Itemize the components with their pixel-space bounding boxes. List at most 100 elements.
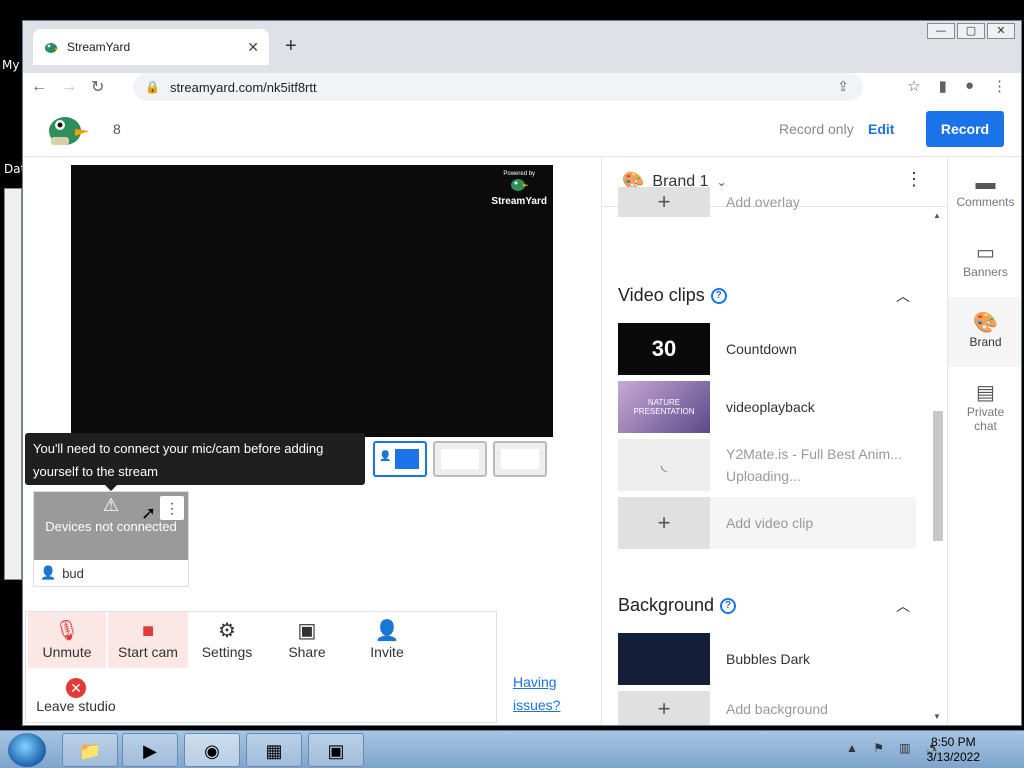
panel-scrollbar[interactable]: ▲ ▼ (933, 211, 943, 721)
add-background-label: Add background (726, 701, 828, 717)
invite-button[interactable]: 👤 Invite (348, 612, 426, 668)
clip-countdown[interactable]: 30 Countdown (618, 323, 916, 375)
rail-label: Banners (963, 265, 1008, 279)
add-background-button[interactable]: + Add background (618, 691, 916, 725)
studio-number[interactable]: 8 (113, 121, 121, 137)
close-window-button[interactable]: ✕ (987, 23, 1015, 39)
settings-label: Settings (201, 644, 253, 660)
record-only-label: Record only (779, 121, 854, 137)
comment-icon: ▬ (975, 172, 996, 194)
help-icon[interactable]: ? (720, 597, 737, 614)
scroll-up-icon[interactable]: ▲ (933, 211, 941, 220)
forward-icon[interactable]: → (61, 78, 77, 96)
scroll-down-icon[interactable]: ▼ (933, 712, 941, 721)
address-bar[interactable]: 🔒 streamyard.com/nk5itf8rtt ⇪ (133, 73, 863, 101)
chevron-up-icon[interactable]: ︿ (896, 596, 910, 616)
bubbles-dark-thumbnail (618, 633, 710, 685)
plus-icon: + (618, 187, 710, 217)
browser-menu-icon[interactable]: ⋮ (992, 77, 1007, 95)
clock[interactable]: 8:50 PM 3/13/2022 (927, 735, 980, 765)
plus-icon: + (618, 497, 710, 549)
layout-picker: 👤 (373, 441, 547, 477)
countdown-thumbnail: 30 (618, 323, 710, 375)
desktop-label-my: My (2, 58, 20, 72)
mouse-cursor-icon: ➚ (141, 503, 157, 523)
banner-icon: ▭ (976, 242, 995, 264)
guest-name-row: 👤 bud (34, 560, 188, 586)
self-guest-card[interactable]: ⚠ Devices not connected ⋮ 👤 bud (33, 491, 189, 587)
add-overlay-button[interactable]: + Add overlay (618, 187, 916, 217)
start-cam-label: Start cam (118, 644, 178, 660)
reload-icon[interactable]: ↻ (91, 77, 104, 97)
share-button[interactable]: ▣ Share (268, 612, 346, 668)
invite-label: Invite (370, 644, 404, 660)
streamyard-logo-icon[interactable] (45, 109, 89, 147)
browser-window: StreamYard ✕ + — ▢ ✕ ← → ↻ 🔒 streamyard.… (22, 20, 1022, 726)
start-button[interactable] (8, 733, 46, 767)
chrome-task-icon[interactable]: ◉ (184, 733, 240, 767)
layout-blank[interactable] (493, 441, 547, 477)
streamyard-app: 8 Record only Edit Record Powered by Str… (23, 101, 1021, 725)
scroll-thumb[interactable] (933, 411, 943, 541)
monitor-task-icon[interactable]: ▣ (308, 733, 364, 767)
clip-videoplayback[interactable]: NATURE PRESENTATION videoplayback (618, 381, 916, 433)
duck-logo-icon (511, 179, 530, 191)
app-header: 8 Record only Edit Record (23, 101, 1021, 157)
stream-preview: Powered by StreamYard (71, 165, 553, 437)
video-clips-header[interactable]: Video clips ? ︿ (618, 285, 914, 306)
edit-destinations-link[interactable]: Edit (868, 121, 894, 137)
rail-comments[interactable]: ▬ Comments (948, 157, 1021, 227)
layout-thin[interactable] (433, 441, 487, 477)
layout-solo-split[interactable]: 👤 (373, 441, 427, 477)
bookmark-star-icon[interactable]: ☆ (907, 77, 920, 95)
unmute-button[interactable]: 🎙 Unmute (28, 612, 106, 668)
rail-label: Private chat (966, 405, 1005, 433)
record-button[interactable]: Record (926, 111, 1004, 147)
background-title: Background (618, 595, 715, 615)
new-tab-button[interactable]: + (285, 35, 297, 58)
profile-avatar-icon[interactable]: ● (965, 77, 974, 95)
media-player-task-icon[interactable]: ▶ (122, 733, 178, 767)
back-icon[interactable]: ← (31, 78, 47, 96)
palette-icon: 🎨 (973, 312, 998, 334)
maximize-button[interactable]: ▢ (957, 23, 985, 39)
side-panel-icon[interactable]: ▮ (939, 77, 947, 95)
tab-streamyard[interactable]: StreamYard ✕ (33, 29, 269, 65)
guest-name: bud (62, 565, 84, 581)
rail-private-chat[interactable]: ▤ Private chat (948, 367, 1021, 437)
share-label: Share (288, 644, 326, 660)
rail-banners[interactable]: ▭ Banners (948, 227, 1021, 297)
having-issues-link[interactable]: Having issues? (513, 671, 573, 717)
chevron-up-icon[interactable]: ︿ (896, 286, 910, 306)
add-overlay-label: Add overlay (726, 194, 800, 210)
background-bubbles-dark[interactable]: Bubbles Dark (618, 633, 916, 685)
image-viewer-task-icon[interactable]: ▦ (246, 733, 302, 767)
mic-off-icon: 🎙 (54, 620, 80, 642)
explorer-task-icon[interactable]: 📁 (62, 733, 118, 767)
guest-menu-icon[interactable]: ⋮ (160, 496, 184, 520)
powered-by-badge: Powered by StreamYard (491, 171, 547, 207)
share-page-icon[interactable]: ⇪ (837, 78, 849, 95)
streamyard-brand-text: StreamYard (491, 196, 547, 207)
background-header[interactable]: Background ? ︿ (618, 595, 914, 616)
unmute-label: Unmute (42, 644, 92, 660)
gear-icon: ⚙ (218, 620, 236, 642)
toolbar-right: ☆ ▮ ● ⋮ (907, 77, 1007, 95)
windows-taskbar: 📁 ▶ ◉ ▦ ▣ ▲ ⚑ ▥ 🔊 8:50 PM 3/13/2022 (0, 730, 1024, 768)
close-circle-icon: ✕ (66, 678, 86, 698)
camera-off-icon: ■ (141, 620, 155, 642)
start-cam-button[interactable]: ■ Start cam (108, 612, 188, 668)
leave-studio-button[interactable]: ✕ Leave studio (28, 668, 124, 724)
tab-title: StreamYard (67, 40, 131, 54)
browser-toolbar: ← → ↻ 🔒 streamyard.com/nk5itf8rtt ⇪ ☆ ▮ … (23, 73, 1021, 101)
rail-brand[interactable]: 🎨 Brand (948, 297, 1021, 367)
minimize-button[interactable]: — (927, 23, 955, 39)
settings-button[interactable]: ⚙ Settings (188, 612, 266, 668)
tab-strip: StreamYard ✕ + — ▢ ✕ (23, 21, 1021, 73)
videoplayback-thumbnail: NATURE PRESENTATION (618, 381, 710, 433)
add-video-clip-button[interactable]: + Add video clip (618, 497, 916, 549)
help-icon[interactable]: ? (710, 287, 727, 304)
tab-close-icon[interactable]: ✕ (247, 39, 259, 56)
person-icon: 👤 (40, 565, 57, 580)
clip-name: videoplayback (726, 399, 815, 415)
